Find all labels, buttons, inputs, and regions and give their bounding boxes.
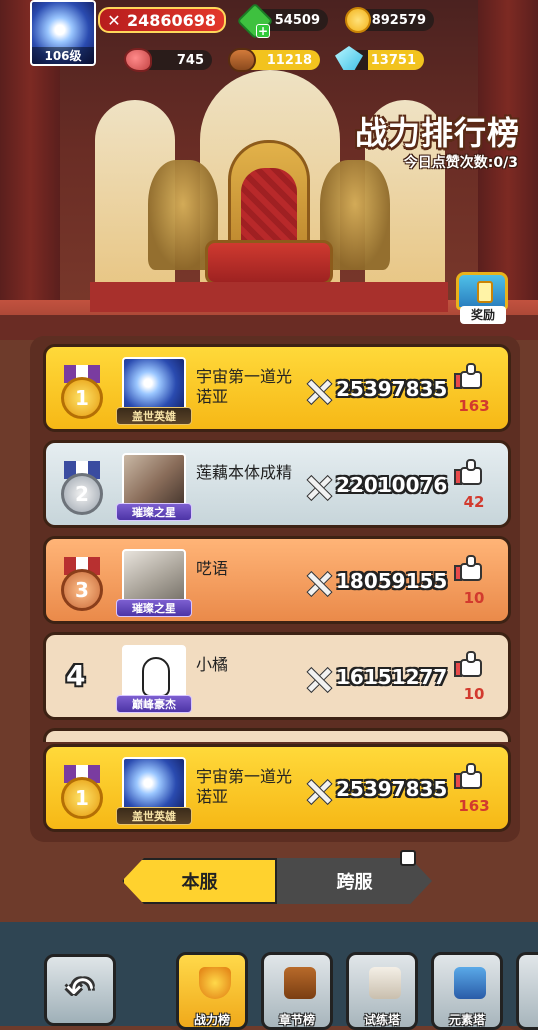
bronze-medal-icon: 3 [58, 557, 106, 611]
nav-chapter-ranking[interactable]: 章节榜 [261, 952, 333, 1030]
treasure-chest-icon [456, 272, 508, 310]
likes-today-counter: 今日点赞次数:0/3 [403, 155, 518, 171]
gold-coin-icon [345, 7, 371, 33]
crossed-swords-icon [304, 777, 332, 805]
server-tabs: 本服 跨服 [122, 850, 432, 904]
nav-label: 章节榜 [278, 1013, 315, 1027]
bottom-nav: ↶ 战力榜 章节榜 试练塔 元素塔 [0, 922, 538, 1030]
meat-icon [124, 48, 152, 72]
throne-seat [205, 240, 333, 285]
meat-value: 745 [176, 52, 204, 68]
ranking-row-2[interactable]: 2 璀璨之星 莲藕本体成精 22010076 42 [43, 440, 511, 528]
thumb-finger [466, 459, 476, 471]
trophy-icon [199, 967, 231, 999]
player-power: 18059155 [336, 569, 448, 593]
carpet [90, 282, 448, 312]
medal-rank: 3 [61, 569, 103, 611]
gold-medal-icon: 1 [58, 365, 106, 419]
crossed-swords-icon [304, 665, 332, 693]
player-title-badge: 璀璨之星 [116, 503, 192, 521]
like-count: 10 [463, 589, 485, 607]
like-count: 163 [458, 397, 490, 415]
nav-trial-tower[interactable]: 试练塔 [346, 952, 418, 1030]
like-button[interactable] [454, 763, 484, 789]
wood-log-icon [228, 48, 256, 72]
doodle-face [142, 657, 170, 697]
my-rank-row[interactable]: 1 盖世英雄 宇宙第一道光诺亚 25397835 163 [43, 744, 511, 832]
player-level: 106级 [32, 47, 94, 64]
medal-rank: 1 [61, 777, 103, 819]
like-button[interactable] [454, 555, 484, 581]
crossed-swords-icon: ✕ [107, 10, 121, 30]
element-tower-icon [454, 967, 486, 999]
page-title: 战力排行榜 [354, 115, 520, 151]
like-count: 163 [458, 797, 490, 815]
like-button[interactable] [454, 363, 484, 389]
gold-value: 892579 [371, 12, 426, 28]
ranking-row-4[interactable]: 4 巅峰豪杰 小橘 16151277 10 [43, 632, 511, 720]
player-power: 22010076 [336, 473, 448, 497]
like-button[interactable] [454, 459, 484, 485]
rank-number: 4 [66, 659, 86, 692]
medal-rank: 1 [61, 377, 103, 419]
reward-label: 奖励 [460, 306, 506, 324]
player-name: 莲藕本体成精 [196, 463, 293, 482]
player-title-badge: 盖世英雄 [116, 807, 192, 825]
player-name: 小橘 [196, 655, 229, 674]
nav-label: 试练塔 [363, 1013, 400, 1027]
player-power: 25397835 [336, 377, 448, 401]
crossed-swords-icon [304, 377, 332, 405]
player-title-badge: 璀璨之星 [116, 599, 192, 617]
book-icon [284, 967, 316, 999]
ranking-row-5-partial [43, 728, 511, 742]
player-power: 25397835 [336, 777, 448, 801]
player-name: 宇宙第一道光诺亚 [196, 367, 293, 406]
thumb-finger [466, 763, 476, 775]
player-name: 呓语 [196, 559, 229, 578]
nav-label: 元素塔 [448, 1013, 485, 1027]
back-button[interactable]: ↶ [44, 954, 116, 1026]
nav-more-partial[interactable] [516, 952, 538, 1030]
silver-medal-icon: 2 [58, 461, 106, 515]
nav-label: 战力榜 [193, 1013, 230, 1027]
ranking-row-1[interactable]: 1 盖世英雄 宇宙第一道光诺亚 25397835 163 [43, 344, 511, 432]
player-title-badge: 巅峰豪杰 [116, 695, 192, 713]
gold-medal-icon: 1 [58, 765, 106, 819]
wood-value: 11218 [266, 52, 312, 68]
nav-element-tower[interactable]: 元素塔 [431, 952, 503, 1030]
player-avatar[interactable]: 106级 [30, 0, 96, 66]
lock-icon [400, 850, 416, 866]
thumb-finger [466, 363, 476, 375]
throne-cushion [241, 168, 297, 250]
medal-rank: 2 [61, 473, 103, 515]
power-value: 24860698 [126, 10, 216, 30]
player-power: 16151277 [336, 665, 448, 689]
crossed-swords-icon [304, 569, 332, 597]
reward-button[interactable]: 奖励 [452, 272, 512, 326]
like-count: 42 [463, 493, 485, 511]
back-arrow-icon: ↶ [65, 970, 95, 1010]
player-name: 宇宙第一道光诺亚 [196, 767, 293, 806]
player-title-badge: 盖世英雄 [116, 407, 192, 425]
tower-icon [369, 967, 401, 999]
thumb-finger [466, 555, 476, 567]
gems-value: 54509 [274, 12, 320, 28]
crossed-swords-icon [304, 473, 332, 501]
thumb-finger [466, 651, 476, 663]
tab-local-server[interactable]: 本服 [122, 858, 277, 904]
like-count: 10 [463, 685, 485, 703]
ranking-row-3[interactable]: 3 璀璨之星 呓语 18059155 10 [43, 536, 511, 624]
add-gems-button[interactable]: + [256, 24, 270, 38]
like-button[interactable] [454, 651, 484, 677]
crystal-value: 13751 [370, 52, 416, 68]
nav-power-ranking[interactable]: 战力榜 [176, 952, 248, 1030]
